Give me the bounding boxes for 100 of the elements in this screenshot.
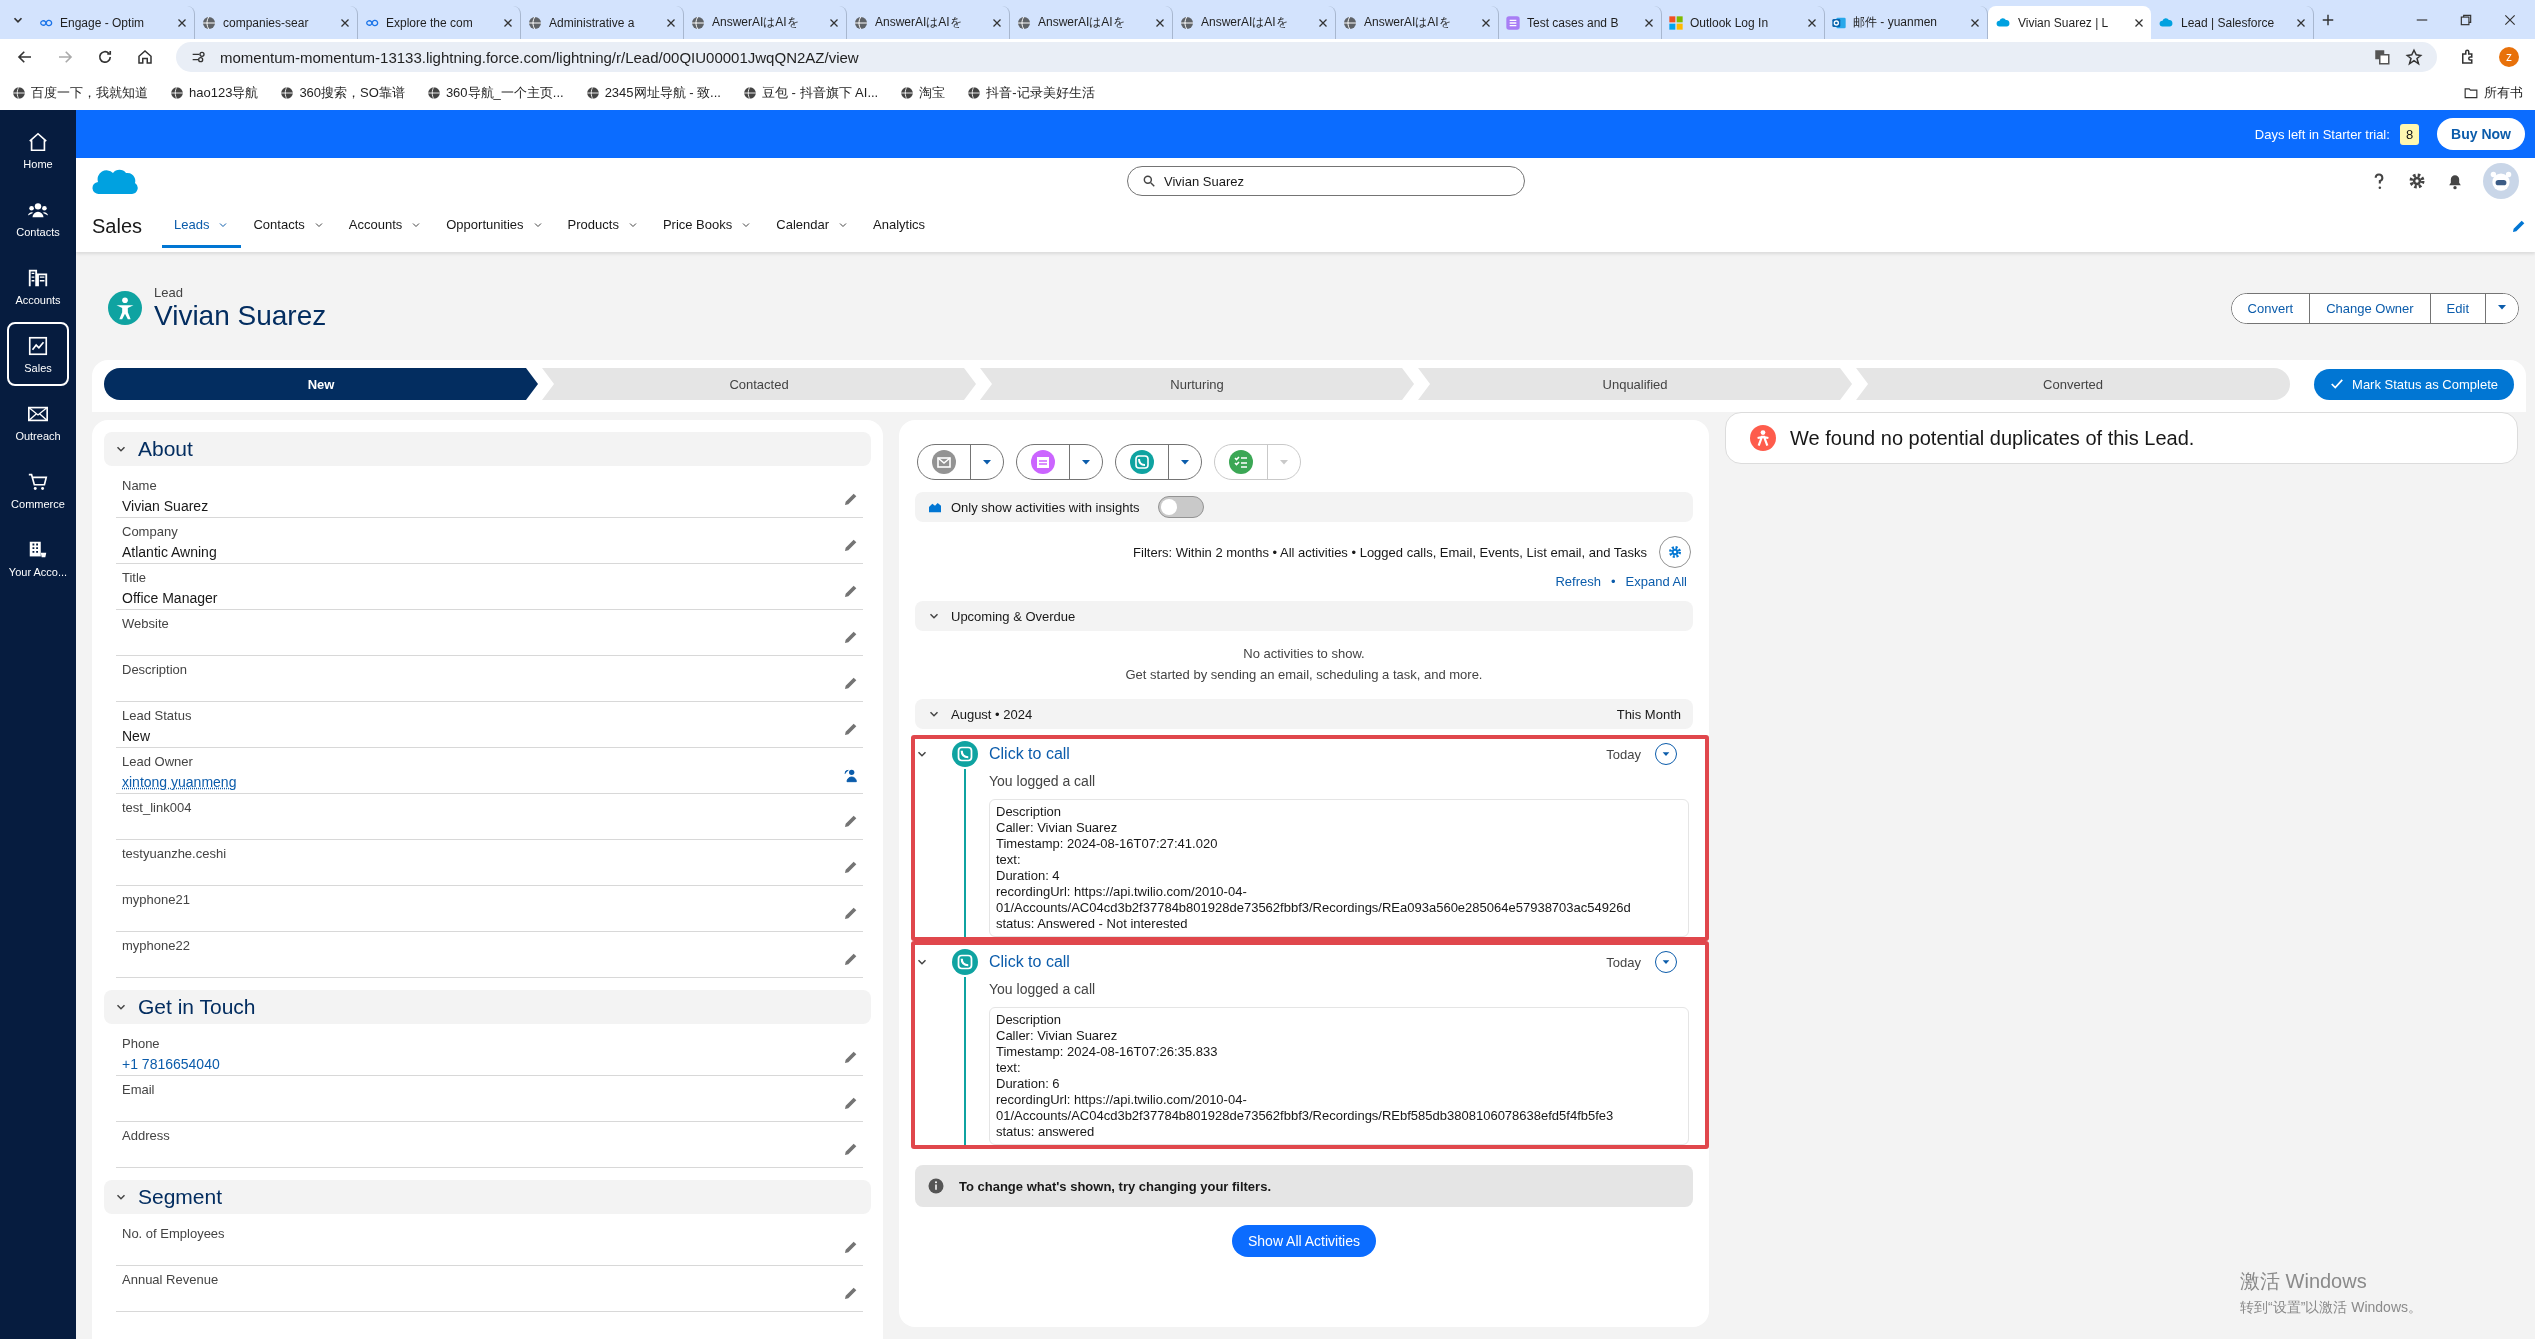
path-stage[interactable]: Unqualified <box>1418 368 1853 400</box>
composer-button[interactable] <box>1016 444 1103 480</box>
bookmark[interactable]: 淘宝 <box>900 83 946 102</box>
close-icon[interactable] <box>1969 16 1981 29</box>
caret-icon <box>1661 749 1671 759</box>
section-header[interactable]: About <box>104 432 871 466</box>
nav-tab[interactable]: Calendar <box>764 204 862 248</box>
pencil-icon[interactable] <box>843 629 859 645</box>
pencil-icon[interactable] <box>843 1285 859 1301</box>
close-icon[interactable] <box>2503 12 2517 27</box>
path-stage[interactable]: Nurturing <box>980 368 1415 400</box>
user-avatar[interactable] <box>2483 163 2519 199</box>
settings-icon[interactable] <box>2407 171 2427 191</box>
pencil-icon[interactable] <box>843 905 859 921</box>
bookmark[interactable]: hao123导航 <box>170 83 259 102</box>
insights-toggle[interactable] <box>1157 496 1204 518</box>
close-icon[interactable] <box>828 16 840 29</box>
field-label: testyuanzhe.ceshi <box>122 846 227 861</box>
nav-tab[interactable]: Analytics <box>861 204 938 248</box>
home-icon <box>27 130 49 153</box>
close-icon[interactable] <box>176 16 188 29</box>
activity-title-link[interactable]: Click to call <box>989 745 1607 763</box>
nav-tab[interactable]: Price Books <box>650 204 765 248</box>
path-stage[interactable]: Contacted <box>542 368 977 400</box>
close-icon[interactable] <box>502 16 514 29</box>
bookmark[interactable]: 百度一下，我就知道 <box>12 83 148 102</box>
buy-now-button[interactable]: Buy Now <box>2437 118 2525 150</box>
reload-icon[interactable] <box>96 48 114 66</box>
close-icon[interactable] <box>1317 16 1329 29</box>
activity-title-link[interactable]: Click to call <box>989 953 1607 971</box>
site-info-icon[interactable] <box>190 49 206 65</box>
field-value: Vivian Suarez <box>122 498 209 514</box>
composer-button[interactable] <box>917 444 1004 480</box>
edit-nav-icon[interactable] <box>2511 218 2527 234</box>
sidebar-item[interactable]: Home <box>7 118 69 182</box>
bookmark[interactable]: 360导航_一个主页... <box>426 83 564 102</box>
nav-tab[interactable]: Accounts <box>336 204 435 248</box>
sidebar-item[interactable]: Sales <box>7 322 69 386</box>
pencil-icon[interactable] <box>843 859 859 875</box>
path-stage[interactable]: Converted <box>1856 368 2291 400</box>
pencil-icon[interactable] <box>843 721 859 737</box>
mark-complete-button[interactable]: Mark Status as Complete <box>2314 368 2514 400</box>
restore-icon[interactable] <box>2459 12 2473 27</box>
close-icon[interactable] <box>2133 16 2145 29</box>
path-stage[interactable]: New <box>104 368 538 400</box>
home-icon[interactable] <box>136 48 154 66</box>
close-icon[interactable] <box>2295 16 2307 29</box>
bookmark[interactable]: 2345网址导航 - 致... <box>585 83 721 102</box>
pencil-icon[interactable] <box>843 491 859 507</box>
pencil-icon[interactable] <box>843 537 859 553</box>
translate-icon[interactable] <box>2373 48 2391 66</box>
pencil-icon[interactable] <box>843 813 859 829</box>
show-all-button[interactable]: Show All Activities <box>1231 1225 1377 1257</box>
section-header[interactable]: Get in Touch <box>104 990 871 1024</box>
sidebar-item[interactable]: Accounts <box>7 254 69 318</box>
timeline-link[interactable]: Expand All <box>1625 574 1687 589</box>
close-icon[interactable] <box>665 16 677 29</box>
close-icon[interactable] <box>339 16 351 29</box>
timeline-link[interactable]: Refresh <box>1555 574 1601 589</box>
activation-title: 激活 Windows <box>2240 1269 2367 1294</box>
close-icon[interactable] <box>991 16 1003 29</box>
action-button[interactable]: Convert <box>2231 293 2311 323</box>
alert-person-icon <box>1750 425 1776 451</box>
change-owner-icon[interactable] <box>843 767 859 783</box>
star-icon[interactable] <box>2405 48 2423 66</box>
pencil-icon[interactable] <box>843 951 859 967</box>
section-header[interactable]: Segment <box>104 1180 871 1214</box>
bookmark[interactable]: 360搜索，SO靠谱 <box>280 83 405 102</box>
close-icon[interactable] <box>1480 16 1492 29</box>
new-tab-icon[interactable] <box>2321 12 2335 27</box>
pencil-icon[interactable] <box>843 583 859 599</box>
close-icon[interactable] <box>1154 16 1166 29</box>
nav-tab[interactable]: Contacts <box>241 204 337 248</box>
pencil-icon[interactable] <box>843 1049 859 1065</box>
pencil-icon[interactable] <box>843 1239 859 1255</box>
pencil-icon[interactable] <box>843 675 859 691</box>
sidebar-item[interactable]: Outreach <box>7 390 69 454</box>
close-icon[interactable] <box>1806 16 1818 29</box>
sidebar-item[interactable]: Commerce <box>7 458 69 522</box>
owner-link[interactable]: xintong yuanmeng <box>122 774 237 790</box>
sidebar-item[interactable]: Your Acco... <box>7 526 69 590</box>
globe-icon <box>900 85 915 100</box>
sidebar-item[interactable]: Contacts <box>7 186 69 250</box>
browser-tab[interactable]: Vivian Suarez | L <box>1988 6 2151 39</box>
composer-button[interactable] <box>1115 444 1202 480</box>
pencil-icon[interactable] <box>843 1095 859 1111</box>
phone-link[interactable]: +1 7816654040 <box>122 1056 220 1072</box>
nav-tab[interactable]: Leads <box>162 204 242 248</box>
address-bar[interactable]: momentum-momentum-13133.lightning.force.com/lightning/r/Lead/00QIU00001JwqQN2AZ/view <box>176 42 2437 72</box>
upcoming-header[interactable]: Upcoming & Overdue <box>915 601 1693 631</box>
pencil-icon[interactable] <box>843 1141 859 1157</box>
close-icon[interactable] <box>1643 16 1655 29</box>
nav-tab[interactable]: Products <box>555 204 651 248</box>
bookmark[interactable]: 豆包 - 抖音旗下 AI... <box>742 83 879 102</box>
nav-tab[interactable]: Opportunities <box>434 204 556 248</box>
globe-icon <box>742 85 757 100</box>
field-label: Lead Status <box>122 708 192 723</box>
back-icon[interactable] <box>16 48 34 66</box>
all-bookmarks[interactable]: 所有书 <box>2463 83 2523 102</box>
bookmark[interactable]: 抖音-记录美好生活 <box>967 83 1095 102</box>
